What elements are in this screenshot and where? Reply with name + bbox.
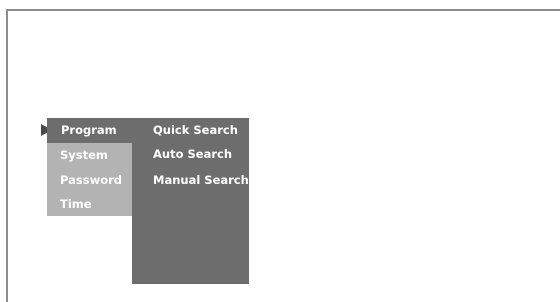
menu-item-system[interactable]: System [47,143,132,168]
screen-border-left [6,9,8,302]
screen: Program System Password Time Quick Searc… [0,0,560,302]
submenu-program: Quick Search Auto Search Manual Search [132,118,249,284]
screen-border-top [6,9,560,11]
menu-item-password[interactable]: Password [47,168,132,193]
submenu-item-auto-search[interactable]: Auto Search [132,142,249,167]
submenu-item-manual-search[interactable]: Manual Search [132,168,249,193]
menu-item-time[interactable]: Time [47,193,132,216]
submenu-item-quick-search[interactable]: Quick Search [132,118,249,143]
main-menu: Program System Password Time [47,118,132,216]
menu-item-program[interactable]: Program [47,118,132,143]
